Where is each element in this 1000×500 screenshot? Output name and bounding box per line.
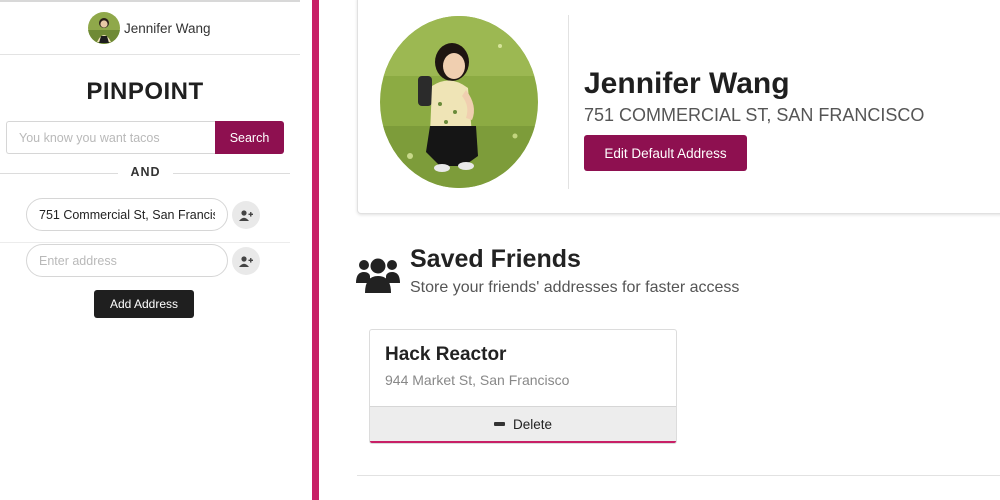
profile-photo — [380, 16, 538, 188]
delete-friend-button[interactable]: Delete — [370, 406, 676, 443]
and-label: AND — [130, 165, 161, 179]
delete-label: Delete — [512, 416, 553, 432]
profile-address: 751 COMMERCIAL ST, SAN FRANCISCO — [584, 105, 925, 125]
user-name[interactable]: Jennifer Wang — [124, 21, 211, 36]
profile-card: Jennifer Wang 751 COMMERCIAL ST, SAN FRA… — [357, 0, 1000, 214]
edit-default-address-button[interactable]: Edit Default Address — [584, 135, 747, 171]
add-user-icon — [239, 255, 253, 267]
avatar-photo — [88, 12, 120, 44]
friend-card: Hack Reactor 944 Market St, San Francisc… — [369, 329, 677, 444]
search-button[interactable]: Search — [215, 121, 284, 154]
avatar[interactable] — [88, 12, 120, 44]
top-rule — [0, 0, 300, 2]
and-separator: AND — [0, 164, 290, 182]
friend-address: 944 Market St, San Francisco — [385, 372, 570, 388]
and-line-right — [173, 173, 290, 174]
brand-title: PINPOINT — [86, 78, 204, 105]
search-input[interactable] — [6, 121, 216, 154]
minus-icon — [493, 422, 505, 426]
address-input-2[interactable] — [26, 244, 228, 277]
add-friend-button-2[interactable] — [232, 247, 260, 275]
sidebar: Jennifer Wang PINPOINT Search AND Add Ad… — [0, 0, 312, 500]
friend-name: Hack Reactor — [385, 344, 507, 365]
add-friend-button-1[interactable] — [232, 201, 260, 229]
profile-separator — [568, 15, 569, 189]
users-icon — [356, 258, 400, 293]
bottom-rule — [357, 475, 1000, 476]
sidebar-divider — [312, 0, 319, 500]
address-input-1[interactable] — [26, 198, 228, 231]
add-user-icon — [239, 209, 253, 221]
user-badge[interactable]: Jennifer Wang — [88, 12, 211, 44]
profile-photo-image — [380, 16, 538, 188]
divider-line — [0, 242, 290, 243]
and-line-left — [0, 173, 118, 174]
saved-friends-title: Saved Friends — [410, 245, 581, 273]
profile-name: Jennifer Wang — [584, 67, 790, 100]
add-address-button[interactable]: Add Address — [94, 290, 194, 318]
divider-line — [0, 54, 300, 55]
saved-friends-subtitle: Store your friends' addresses for faster… — [410, 279, 740, 296]
